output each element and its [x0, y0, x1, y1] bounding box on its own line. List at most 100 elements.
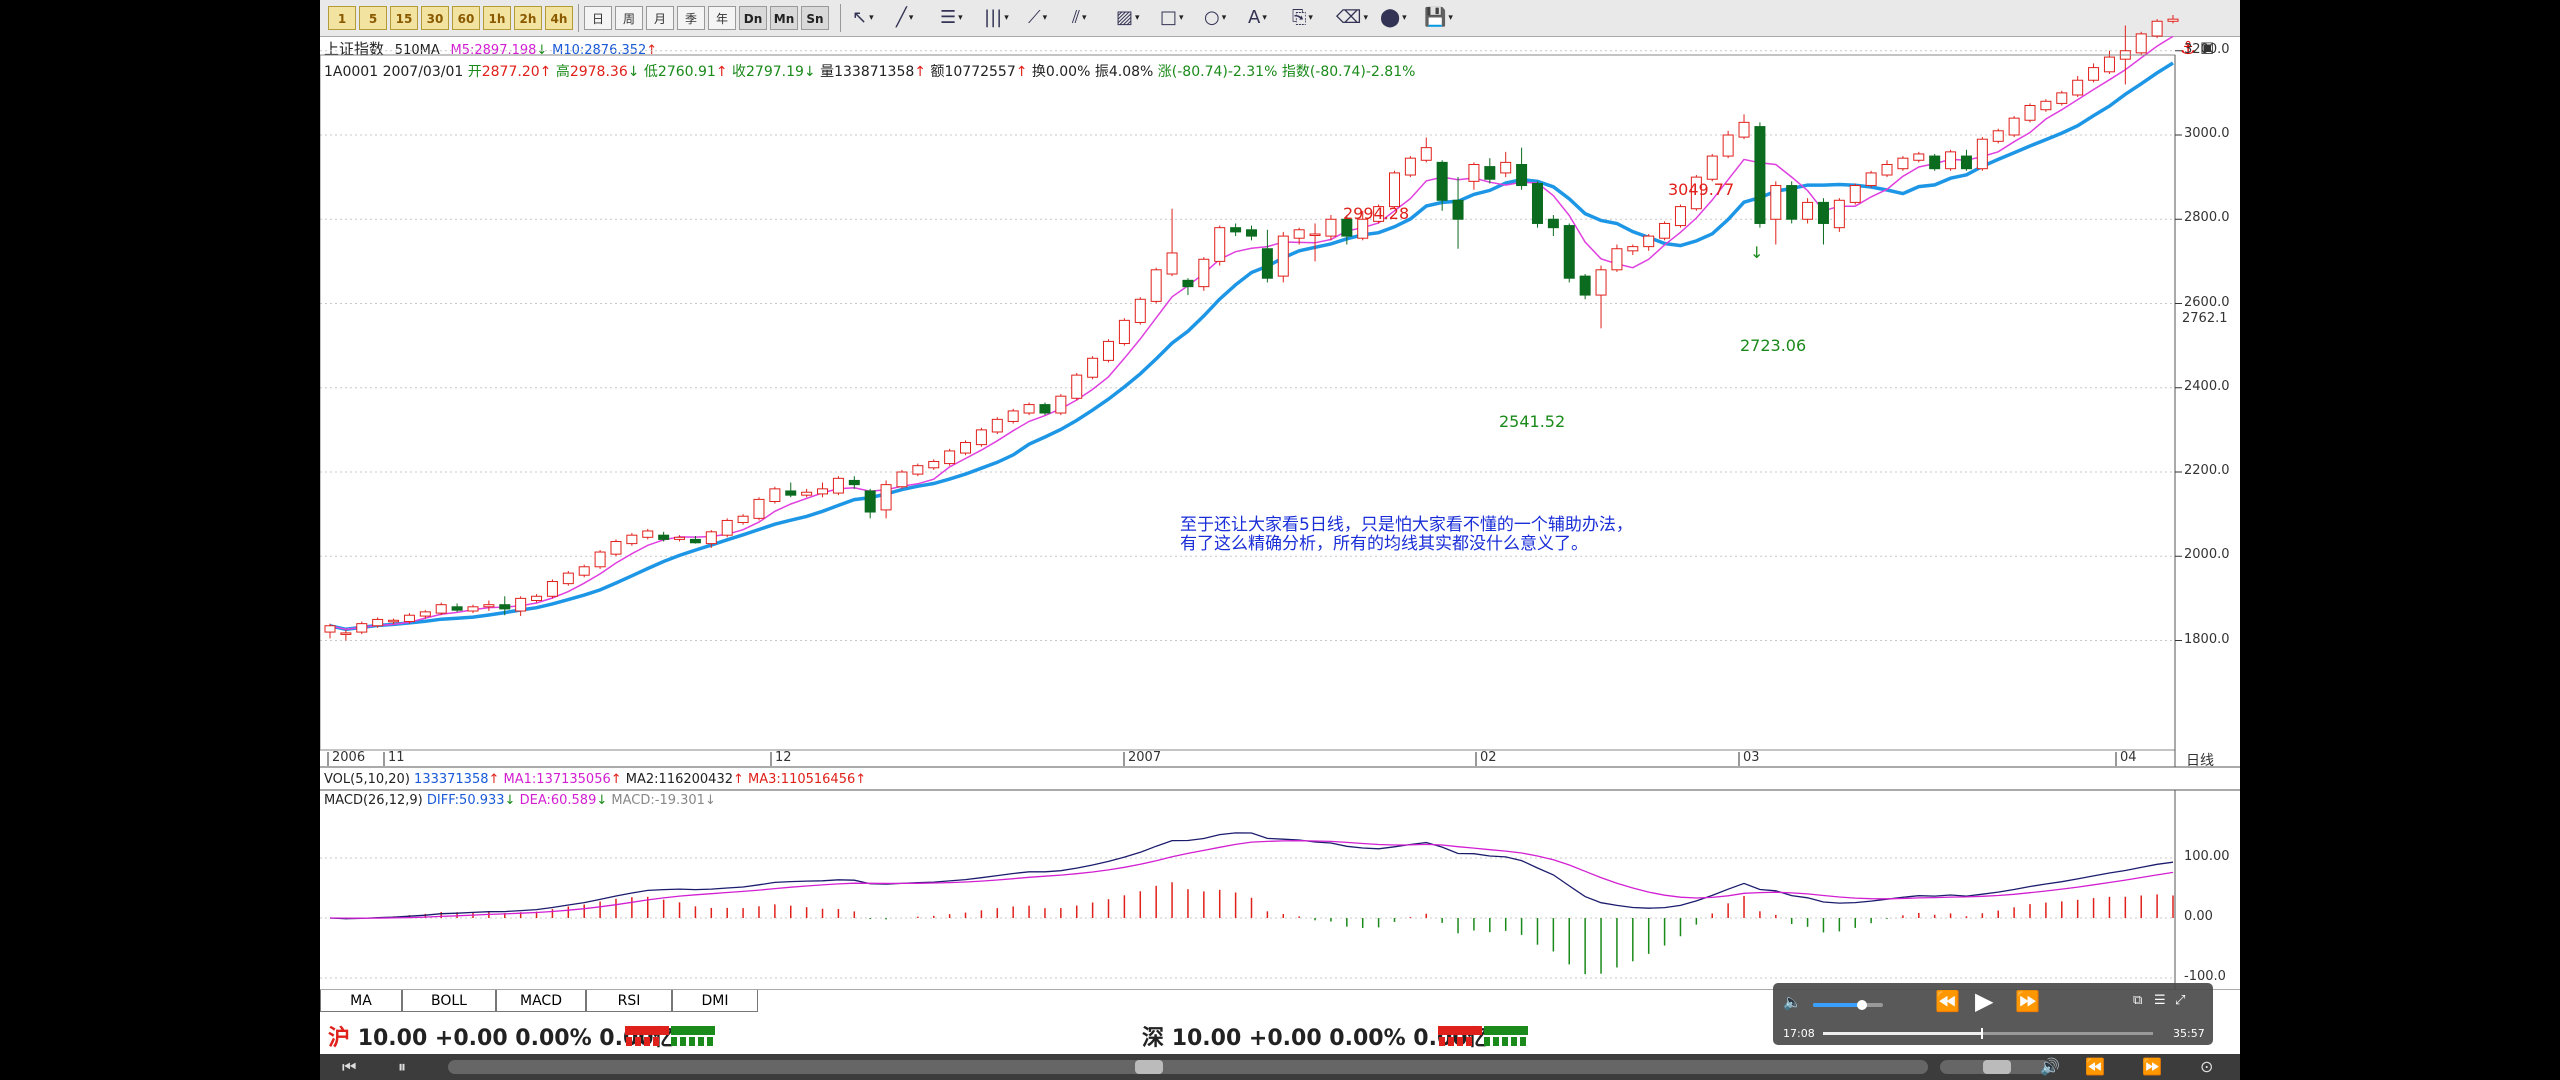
volume-slider-fill — [1813, 1003, 1862, 1007]
rewind-icon[interactable]: ⏮ — [342, 1057, 356, 1077]
peak-label-2: 3049.77 — [1668, 180, 1735, 199]
speaker-icon[interactable]: 🔈 — [1783, 993, 1802, 1011]
up-arrow-icon: ↑ — [488, 772, 500, 787]
rewind-button-icon[interactable]: ⏪ — [1935, 989, 1960, 1013]
trough-label-2: 2723.06 — [1740, 336, 1807, 355]
tab-dmi[interactable]: DMI — [672, 990, 758, 1012]
candle-body — [2072, 79, 2084, 96]
macd-tick-label: 0.00 — [2184, 909, 2213, 924]
commentary-note: 至于还让大家看5日线，只是怕大家看不懂的一个辅助办法， 有了这么精确分析，所有的… — [1180, 516, 1633, 554]
settings-icon[interactable]: ⊙ — [2200, 1057, 2213, 1076]
macd-dea: DEA:60.589 — [519, 793, 597, 808]
period-label: 日线 — [2186, 753, 2214, 769]
volume-icon[interactable]: 🔊 — [2040, 1057, 2060, 1076]
candle-body — [975, 429, 987, 446]
candle-body — [1230, 227, 1242, 233]
current-price-label: 2762.1 — [2182, 311, 2228, 326]
sz-prefix: 深 — [1142, 1026, 1165, 1051]
next-icon[interactable]: ⏩ — [2142, 1057, 2162, 1076]
candle-body — [848, 479, 860, 486]
candle-body — [1134, 298, 1146, 323]
candle-body — [2088, 67, 2100, 81]
candle-body — [403, 614, 415, 623]
fullscreen-icon[interactable]: ⤢ — [2175, 993, 2185, 1008]
candle-body — [753, 498, 765, 519]
candle-body — [1388, 172, 1400, 208]
volume-ma3: MA3:110516456 — [748, 772, 856, 787]
candle-body — [1659, 222, 1671, 239]
candle-body — [817, 488, 829, 495]
candle-body — [1516, 163, 1528, 187]
price-tick-label: 2200.0 — [2184, 463, 2230, 478]
candle-body — [1897, 157, 1909, 170]
candle-body — [531, 595, 543, 601]
candle-body — [451, 606, 463, 611]
sh-prefix: 沪 — [328, 1026, 351, 1051]
tab-boll[interactable]: BOLL — [402, 990, 496, 1012]
candle-body — [1802, 201, 1814, 220]
sh-mini-bars — [625, 1026, 715, 1046]
tab-macd[interactable]: MACD — [496, 990, 586, 1012]
candle-body — [1277, 235, 1289, 277]
candle-body — [1945, 151, 1957, 170]
candle-body — [1214, 227, 1226, 262]
candle-body — [1833, 199, 1845, 229]
candle-body — [1293, 229, 1305, 239]
candle-body — [2056, 92, 2068, 104]
candle-body — [1754, 126, 1766, 224]
pip-icon[interactable]: ⧉ — [2133, 993, 2142, 1008]
note-line-2: 有了这么精确分析，所有的均线其实都没什么意义了。 — [1180, 534, 1588, 554]
candle-body — [1007, 410, 1019, 422]
candle-body — [356, 623, 368, 633]
macd-tick-label: -100.0 — [2184, 969, 2226, 984]
candle-body — [1960, 155, 1972, 170]
scroll-track[interactable] — [448, 1060, 1928, 1074]
up-arrow-icon: ↑ — [610, 772, 622, 787]
horizontal-scrollbar[interactable]: ⏮ ⏸ 🔊 ⏪ ⏩ ⊙ — [320, 1054, 2240, 1080]
volume-slider-knob[interactable] — [1857, 1000, 1867, 1010]
date-label: 03 — [1743, 750, 1760, 765]
macd-header: MACD(26,12,9) DIFF:50.933↓ DEA:60.589↓ M… — [324, 793, 716, 808]
candle-body — [1992, 130, 2004, 142]
shanghai-index: 沪 10.00 +0.00 0.00% 0.00亿 — [328, 1020, 676, 1052]
candle-body — [801, 491, 813, 496]
candle-body — [324, 625, 336, 633]
candle-body — [1595, 269, 1607, 296]
pause-icon[interactable]: ⏸ — [398, 1057, 406, 1077]
menu-icon[interactable]: ☰ — [2154, 993, 2166, 1008]
candle-body — [1579, 275, 1591, 296]
candle-body — [705, 531, 717, 545]
candle-body — [1468, 163, 1480, 182]
candle-body — [1706, 155, 1718, 180]
candle-body — [1611, 248, 1623, 271]
candle-body — [928, 460, 940, 469]
play-button-icon[interactable]: ▶ — [1975, 987, 1993, 1015]
candle-body — [1500, 161, 1512, 174]
volume-indicator-label: VOL(5,10,20) — [324, 772, 410, 787]
candle-body — [721, 519, 733, 536]
macd-diff: DIFF:50.933 — [426, 793, 505, 808]
price-tick-label: 1800.0 — [2184, 631, 2230, 647]
progress-knob[interactable] — [1981, 1028, 1984, 1039]
candle-body — [1722, 134, 1734, 157]
candle-body — [562, 572, 574, 585]
prev-icon[interactable]: ⏪ — [2085, 1057, 2105, 1076]
candle-body — [1563, 225, 1575, 279]
tab-rsi[interactable]: RSI — [586, 990, 672, 1012]
trough-label-1: 2541.52 — [1499, 412, 1566, 431]
forward-button-icon[interactable]: ⏩ — [2015, 989, 2040, 1013]
price-chart[interactable] — [320, 0, 2240, 990]
candle-body — [991, 418, 1003, 433]
tab-ma[interactable]: MA — [320, 990, 402, 1012]
candle-body — [2040, 100, 2052, 111]
candle-body — [1436, 161, 1448, 201]
candle-body — [483, 604, 495, 608]
candle-body — [1246, 229, 1257, 237]
candle-body — [1452, 199, 1464, 220]
candle-body — [896, 471, 908, 488]
candle-body — [467, 606, 479, 612]
candle-body — [610, 541, 622, 555]
candle-body — [960, 442, 972, 454]
scroll-thumb[interactable] — [1135, 1060, 1163, 1074]
scroll-thumb-right[interactable] — [1983, 1060, 2011, 1074]
